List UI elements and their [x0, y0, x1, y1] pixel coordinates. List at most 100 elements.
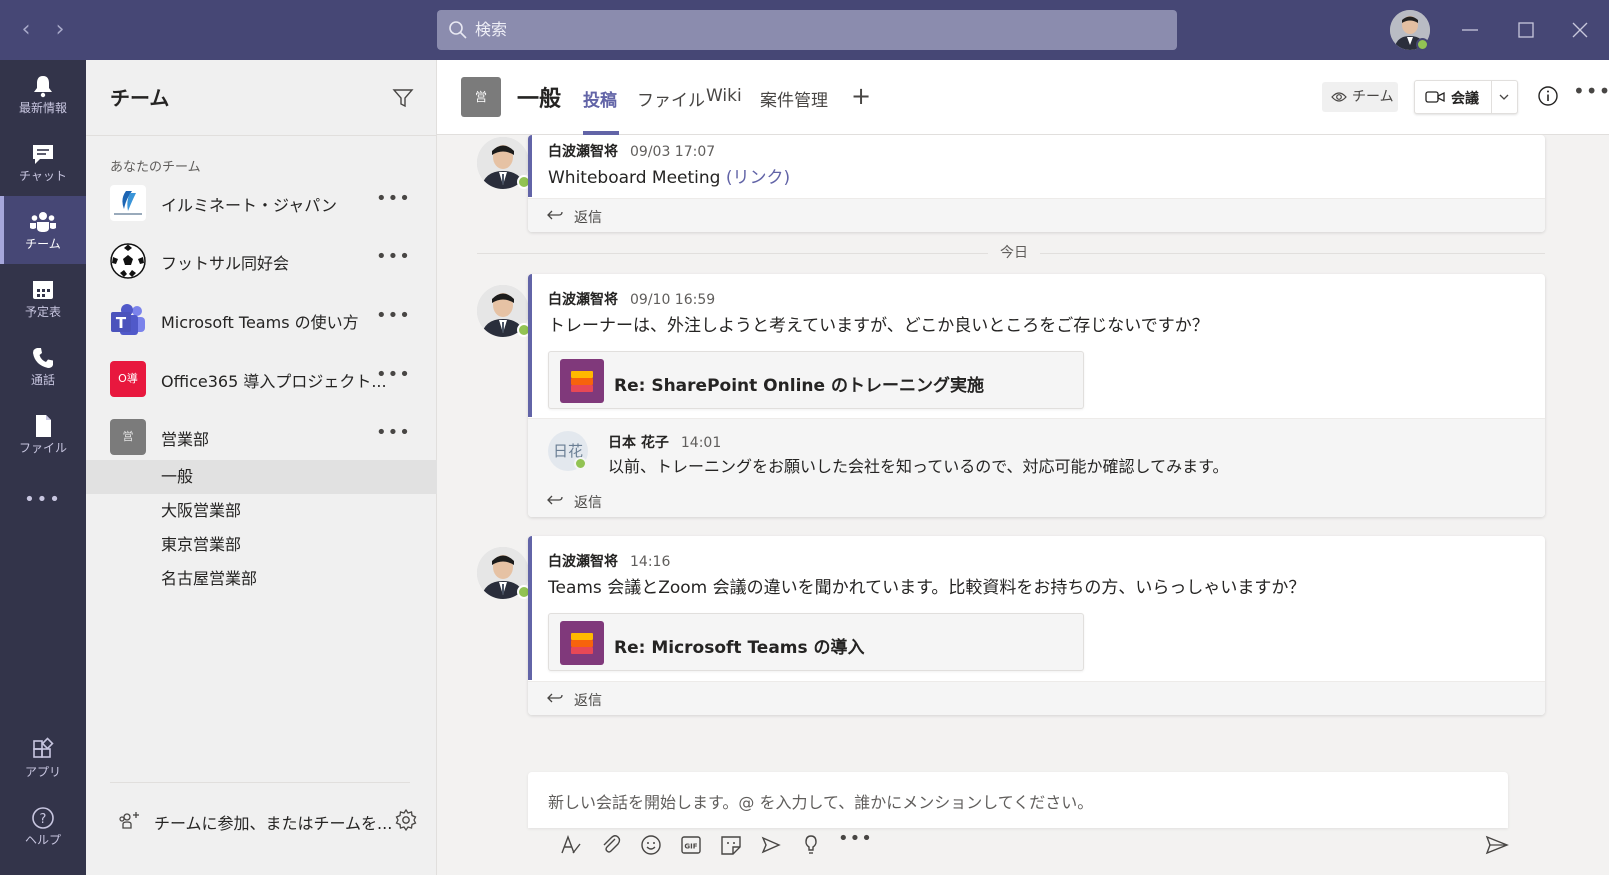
bell-icon: [34, 76, 52, 98]
team-name: Office365 導入プロジェクト...: [161, 372, 387, 391]
panel-divider: [86, 135, 437, 136]
attachment-card[interactable]: Re: Microsoft Teams の導入: [548, 613, 1084, 671]
emoji-icon[interactable]: [638, 832, 664, 858]
team-logo-futsal: [110, 243, 146, 279]
attachment-card[interactable]: Re: SharePoint Online のトレーニング実施: [548, 351, 1084, 409]
microsoft-teams-logo-icon: T: [111, 304, 145, 335]
appbar-help[interactable]: ? ヘルプ: [0, 792, 86, 860]
onenote-icon: [560, 621, 604, 665]
message-time: 14:16: [630, 554, 671, 570]
reply-button[interactable]: 返信: [528, 681, 1545, 715]
appbar-label: ファイル: [18, 441, 67, 455]
help-icon: ?: [32, 807, 54, 829]
team-name: イルミネート・ジャパン: [161, 196, 338, 215]
tab-files[interactable]: ファイル: [637, 86, 705, 111]
meet-now-icon[interactable]: [758, 832, 784, 858]
team-item-illuminate[interactable]: イルミネート・ジャパン •••: [86, 173, 437, 233]
reply-arrow-icon: [547, 210, 563, 220]
tab-case-management[interactable]: 案件管理: [760, 86, 828, 111]
reply-button[interactable]: 返信: [528, 198, 1545, 232]
send-icon[interactable]: [1484, 832, 1510, 858]
meet-button[interactable]: 会議: [1414, 80, 1518, 114]
compose-box[interactable]: 新しい会話を開始します。@ を入力して、誰かにメンションしてください。: [528, 772, 1508, 828]
praise-lightbulb-icon[interactable]: [798, 832, 824, 858]
attach-paperclip-icon[interactable]: [598, 832, 624, 858]
compose-toolbar: GIF •••: [558, 830, 1609, 862]
channel-osaka[interactable]: 大阪営業部: [86, 494, 437, 528]
format-icon[interactable]: [558, 832, 584, 858]
team-more-options[interactable]: •••: [376, 424, 410, 449]
svg-text:GIF: GIF: [684, 843, 697, 851]
message-accent-bar: [528, 536, 532, 680]
team-more-options[interactable]: •••: [376, 190, 410, 215]
file-icon: [36, 415, 51, 437]
join-or-create-team-button[interactable]: チームに参加、またはチームを...: [118, 806, 392, 834]
channel-nagoya[interactable]: 名古屋営業部: [86, 562, 437, 596]
appbar-calls[interactable]: 通話: [0, 332, 86, 400]
gif-icon[interactable]: GIF: [678, 832, 704, 858]
message-time: 09/03 17:07: [630, 144, 716, 160]
message-author[interactable]: 白波瀬智将: [548, 144, 618, 160]
message-list: 白波瀬智将 09/03 17:07 Whiteboard Meeting (リンク…: [437, 135, 1609, 755]
appbar-calendar[interactable]: 予定表: [0, 264, 86, 332]
message-link[interactable]: (リンク): [726, 168, 790, 188]
reply-button[interactable]: 返信: [528, 484, 1545, 517]
message-time: 09/10 16:59: [630, 292, 716, 308]
compose-placeholder: 新しい会話を開始します。@ を入力して、誰かにメンションしてください。: [548, 793, 1094, 812]
team-logo-sales: 営: [110, 419, 146, 455]
appbar-apps[interactable]: アプリ: [0, 724, 86, 792]
team-logo-teams: T: [110, 302, 146, 338]
close-icon[interactable]: [1568, 18, 1592, 42]
forward-arrow-icon[interactable]: ›: [50, 18, 70, 42]
appbar-chat[interactable]: チャット: [0, 128, 86, 196]
message-card: 白波瀬智将 09/10 16:59 トレーナーは、外注しようと考えていますが、どこ…: [528, 274, 1545, 517]
team-name: 営業部: [161, 430, 210, 449]
settings-gear-icon[interactable]: [394, 808, 418, 832]
team-view-button[interactable]: チーム: [1322, 82, 1398, 112]
reply-label: 返信: [574, 210, 602, 226]
search-icon: [449, 21, 467, 39]
sticker-icon[interactable]: [718, 832, 744, 858]
team-item-teams-howto[interactable]: T Microsoft Teams の使い方 •••: [86, 290, 437, 350]
date-separator-label: 今日: [988, 242, 1040, 262]
search-input[interactable]: 検索: [437, 10, 1177, 50]
add-tab-button[interactable]: +: [851, 84, 871, 108]
appbar-files[interactable]: ファイル: [0, 400, 86, 468]
add-team-icon: [119, 812, 139, 829]
title-bar: ‹ › 検索: [0, 0, 1609, 60]
message-author[interactable]: 白波瀬智将: [548, 292, 618, 308]
maximize-icon[interactable]: [1514, 18, 1538, 42]
team-name: Microsoft Teams の使い方: [161, 313, 359, 332]
message-text: Whiteboard Meeting: [548, 168, 721, 188]
team-item-futsal[interactable]: フットサル同好会 •••: [86, 231, 437, 291]
tab-posts[interactable]: 投稿: [583, 86, 617, 111]
team-item-office365[interactable]: O導 Office365 導入プロジェクト... •••: [86, 349, 437, 409]
message-author[interactable]: 白波瀬智将: [548, 554, 618, 570]
appbar-teams[interactable]: チーム: [0, 196, 86, 264]
video-camera-icon: [1425, 91, 1445, 103]
appbar-label: チーム: [25, 237, 61, 251]
channel-more-options[interactable]: •••: [1573, 81, 1609, 108]
chevron-down-icon[interactable]: [1498, 91, 1510, 103]
team-item-sales[interactable]: 営 営業部 •••: [86, 407, 437, 467]
channel-tokyo[interactable]: 東京営業部: [86, 528, 437, 562]
back-arrow-icon[interactable]: ‹: [16, 18, 36, 42]
reply-arrow-icon: [547, 693, 563, 703]
appbar-more[interactable]: •••: [0, 480, 86, 520]
meet-split-divider: [1491, 81, 1492, 113]
message-text: Teams 会議とZoom 会議の違いを聞かれています。比較資料をお持ちの方、い…: [548, 578, 1306, 598]
team-more-options[interactable]: •••: [376, 366, 410, 391]
info-icon[interactable]: [1537, 85, 1559, 107]
appbar-activity[interactable]: 最新情報: [0, 60, 86, 128]
appbar-label: チャット: [19, 169, 67, 183]
reply-author[interactable]: 日本 花子: [608, 435, 669, 451]
team-more-options[interactable]: •••: [376, 307, 410, 332]
more-options-icon[interactable]: •••: [838, 830, 872, 858]
channel-general[interactable]: 一般: [86, 460, 437, 494]
minimize-icon[interactable]: [1458, 18, 1482, 42]
tab-wiki[interactable]: Wiki: [706, 86, 742, 106]
team-more-options[interactable]: •••: [376, 248, 410, 273]
panel-title: チーム: [110, 86, 170, 110]
appbar-label: 予定表: [24, 305, 61, 319]
filter-icon[interactable]: [391, 86, 415, 110]
